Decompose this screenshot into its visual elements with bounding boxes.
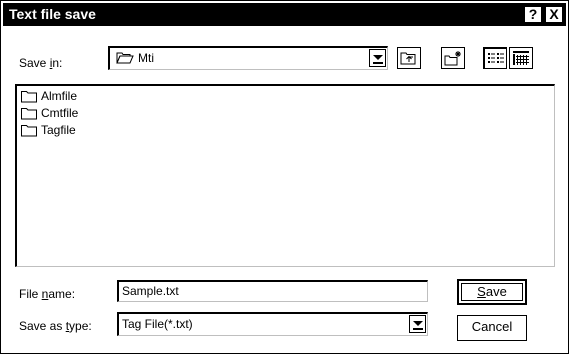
save-dialog: Text file save ? X Save in: Mti Almfile … [0, 0, 569, 354]
file-list[interactable]: Almfile Cmtfile Tagfile [15, 84, 555, 267]
help-button[interactable]: ? [524, 6, 542, 23]
create-new-folder-button[interactable] [441, 47, 465, 69]
save-in-value: Mti [138, 51, 154, 65]
create-new-folder-icon [444, 50, 462, 69]
up-one-level-button[interactable] [397, 47, 421, 69]
focus-rect [461, 283, 523, 301]
title-bar[interactable]: Text file save ? X [3, 3, 566, 26]
folder-icon [21, 90, 38, 106]
folder-open-icon [116, 51, 134, 68]
details-view-icon [512, 50, 530, 69]
close-button[interactable]: X [545, 6, 563, 23]
folder-icon [21, 124, 38, 140]
file-name-label: File name: [19, 287, 76, 301]
folder-icon [21, 107, 38, 123]
up-one-level-icon [400, 50, 418, 69]
dialog-title: Text file save [9, 6, 96, 22]
folder-name: Cmtfile [41, 106, 79, 120]
save-in-dropdown-arrow[interactable] [369, 49, 386, 67]
save-in-combo[interactable]: Mti [108, 46, 388, 70]
folder-name: Tagfile [41, 123, 76, 137]
file-name-input[interactable]: Sample.txt [117, 280, 428, 302]
save-as-type-label: Save as type: [19, 319, 92, 333]
list-view-button[interactable] [483, 47, 507, 69]
save-as-type-combo[interactable]: Tag File(*.txt) [117, 312, 428, 336]
list-view-icon [487, 51, 505, 70]
save-as-type-dropdown-arrow[interactable] [409, 315, 426, 333]
save-in-label: Save in: [19, 56, 63, 70]
save-as-type-value: Tag File(*.txt) [122, 317, 193, 331]
save-button[interactable]: Save [457, 279, 527, 305]
details-view-button[interactable] [509, 47, 533, 69]
cancel-button[interactable]: Cancel [457, 315, 527, 341]
folder-name: Almfile [41, 89, 78, 103]
file-name-value: Sample.txt [122, 284, 179, 298]
